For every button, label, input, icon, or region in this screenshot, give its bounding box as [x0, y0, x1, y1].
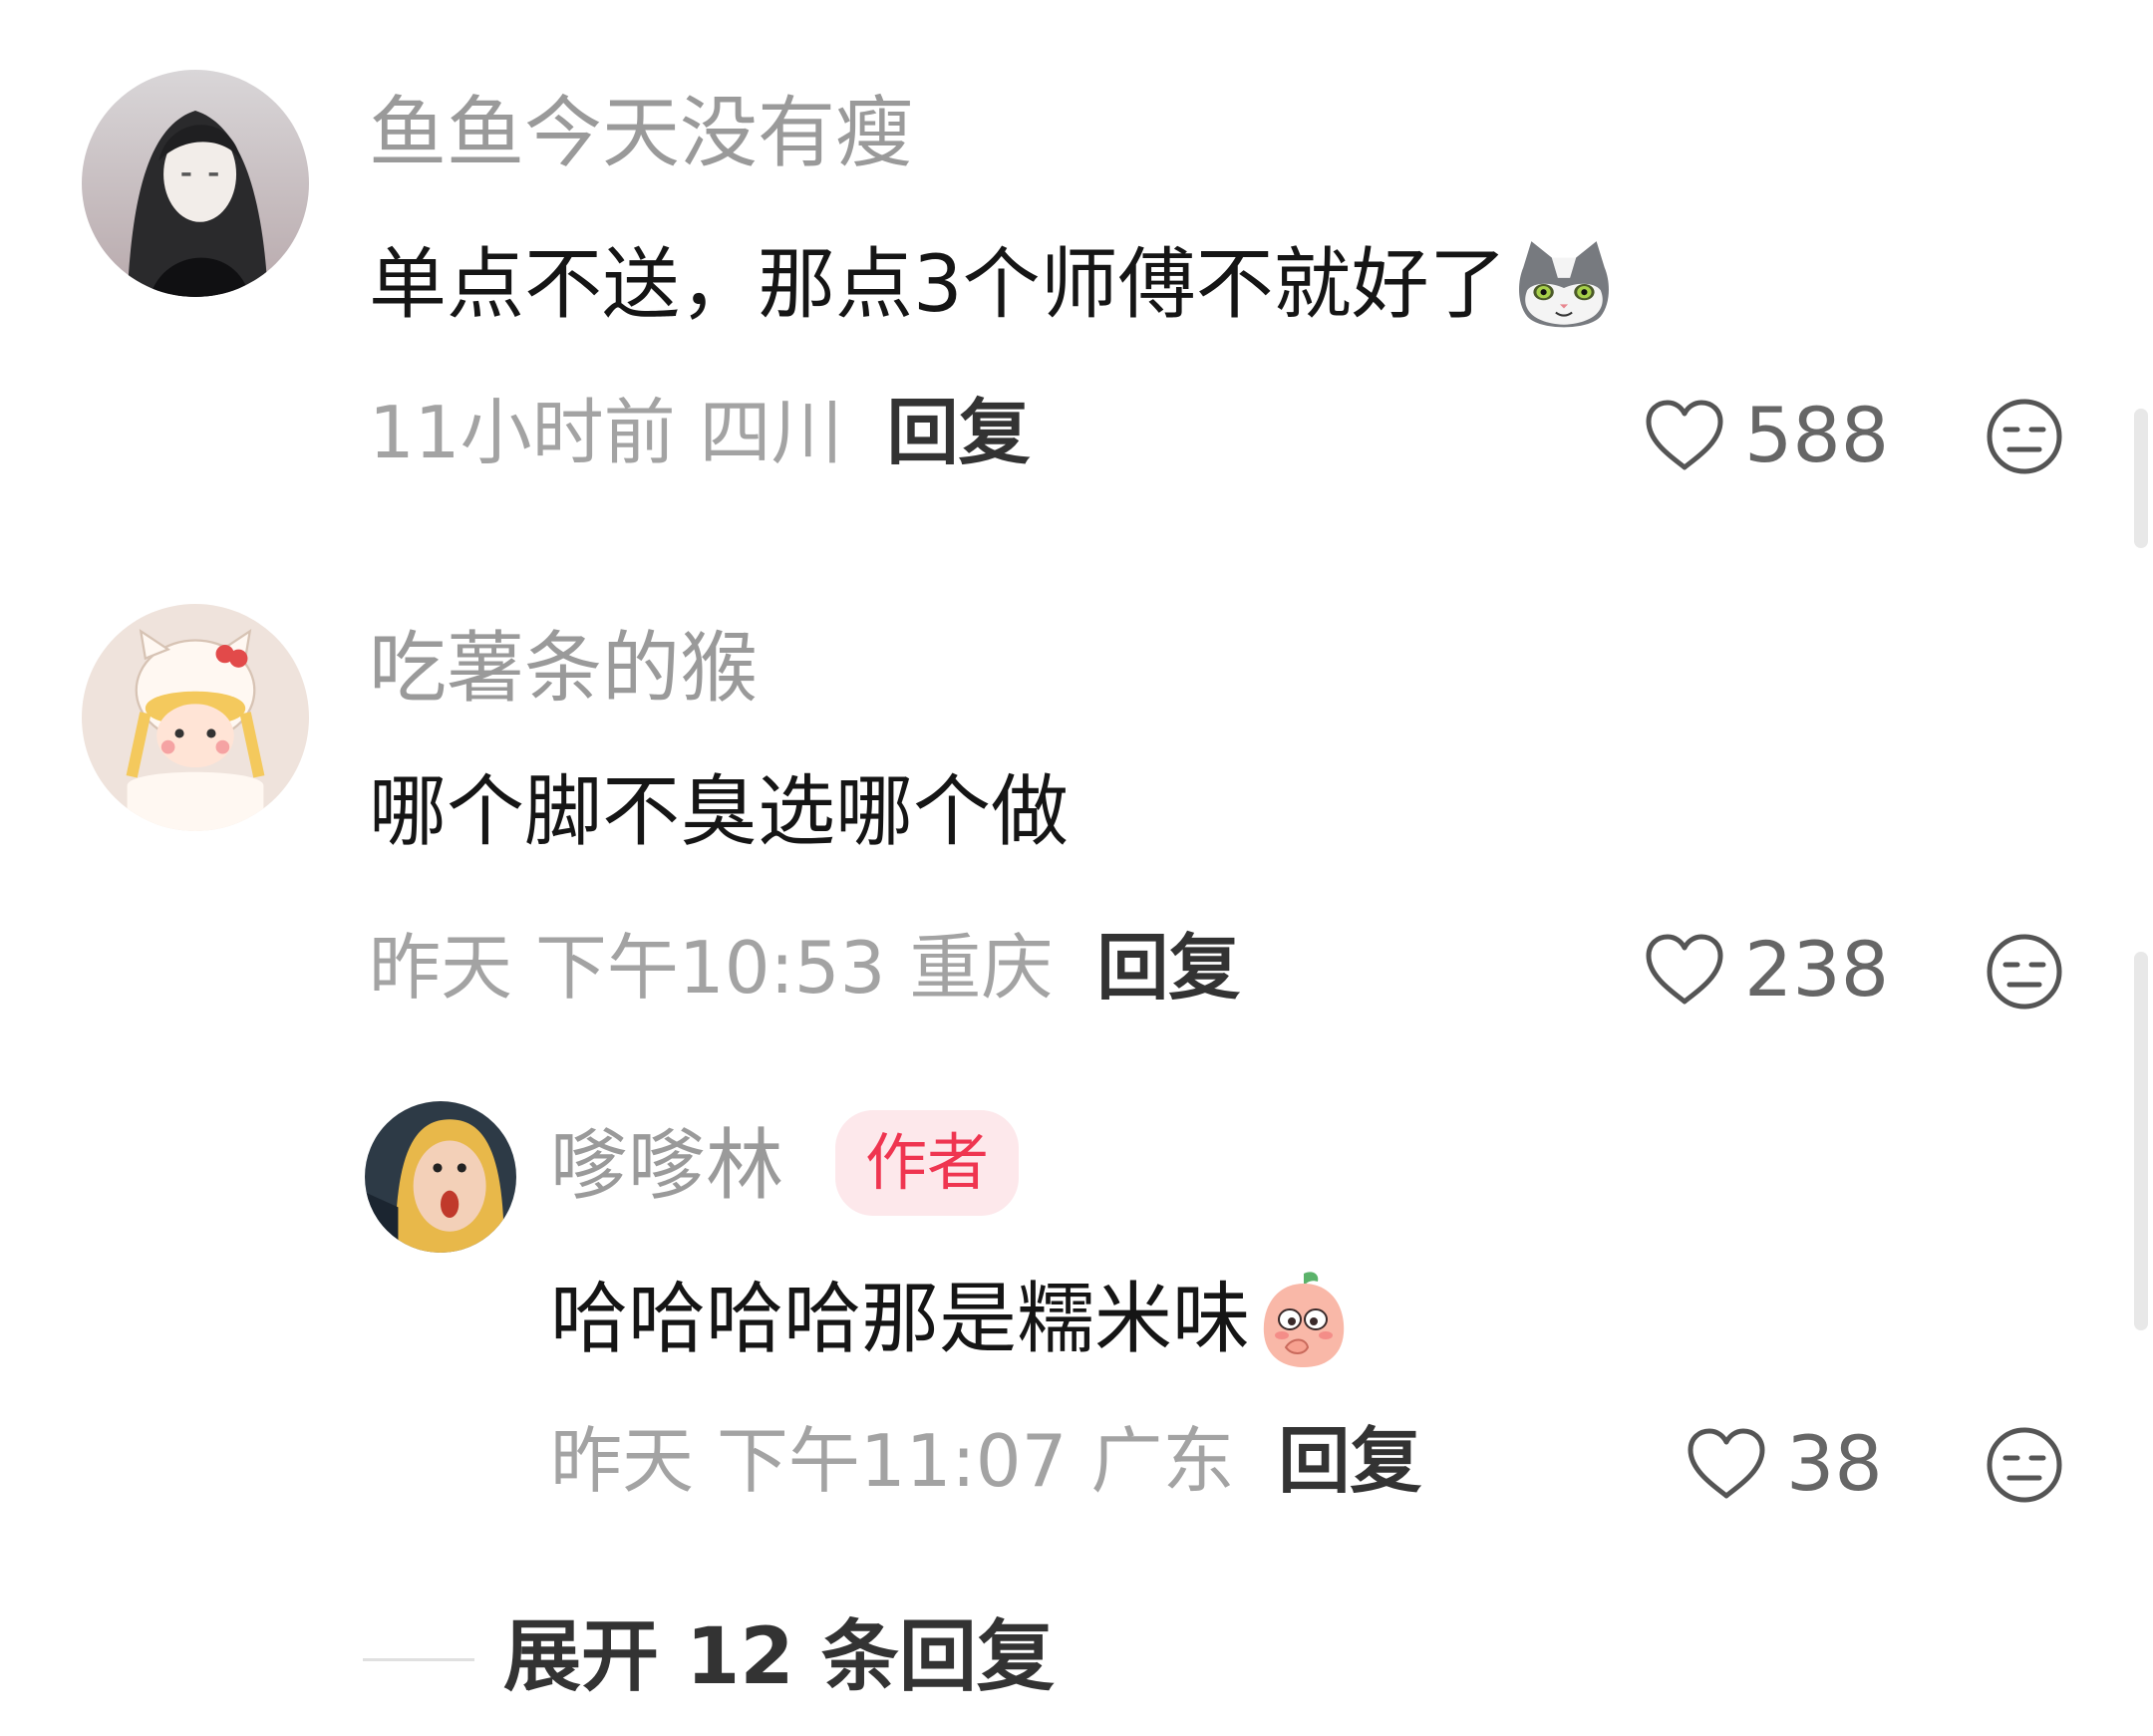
reply-button[interactable]: 回复: [1278, 1425, 1421, 1497]
avatar[interactable]: [365, 1101, 516, 1253]
expand-replies-button[interactable]: 展开 12 条回复: [503, 1618, 1055, 1696]
comment-username[interactable]: 鱼鱼今天没有瘦: [369, 95, 913, 172]
reply-time: 昨天 下午11:07: [550, 1419, 1068, 1503]
comment-meta: 昨天 下午10:53 重庆 回复: [369, 932, 1240, 1004]
comment-username[interactable]: 吃薯条的猴: [369, 630, 758, 708]
comment-text-body: 哪个脚不臭选哪个做: [369, 767, 1070, 857]
author-badge: 作者: [835, 1110, 1020, 1216]
comment-meta: 11小时前 四川 回复: [369, 397, 1031, 468]
comment-text: 哪个脚不臭选哪个做: [369, 773, 1069, 851]
comment-text-body: 单点不送，那点3个师傅不就好了: [369, 240, 1507, 330]
reply-button[interactable]: 回复: [1096, 932, 1240, 1004]
like-count: 588: [1744, 391, 1890, 479]
like-button[interactable]: 588: [1643, 391, 1889, 479]
reply-username[interactable]: 嗲嗲林: [550, 1127, 783, 1205]
comment-location: 重庆: [909, 926, 1054, 1010]
avatar[interactable]: [82, 604, 309, 831]
dislike-button[interactable]: [1985, 397, 2064, 476]
comment-location: 四川: [699, 391, 843, 474]
scrollbar-thumb[interactable]: [2134, 952, 2148, 1330]
reply-text: 哈哈哈哈那是糯米味: [550, 1268, 1352, 1371]
heart-icon: [1646, 400, 1723, 469]
like-count: 38: [1786, 1419, 1883, 1508]
like-count: 238: [1744, 925, 1890, 1013]
comment-time: 昨天 下午10:53: [369, 926, 886, 1010]
reply-location: 广东: [1090, 1419, 1235, 1503]
dislike-button[interactable]: [1985, 1425, 2064, 1505]
like-button[interactable]: 238: [1643, 925, 1889, 1013]
unamused-face-icon: [1987, 399, 2062, 474]
dislike-button[interactable]: [1985, 932, 2064, 1012]
reply-text-body: 哈哈哈哈那是糯米味: [550, 1275, 1251, 1364]
expand-divider: [363, 1658, 474, 1661]
peach-shy-emoji: [1256, 1268, 1352, 1371]
reply-button[interactable]: 回复: [887, 397, 1031, 468]
heart-icon: [1688, 1428, 1765, 1498]
like-button[interactable]: 38: [1685, 1419, 1883, 1508]
unamused-face-icon: [1987, 1427, 2062, 1503]
unamused-face-icon: [1987, 934, 2062, 1010]
cat-face-emoji: [1513, 237, 1615, 333]
comment-text: 单点不送，那点3个师傅不就好了: [369, 237, 1615, 333]
reply-meta: 昨天 下午11:07 广东 回复: [550, 1425, 1421, 1497]
scrollbar-thumb[interactable]: [2134, 409, 2148, 548]
avatar[interactable]: [82, 70, 309, 297]
heart-icon: [1646, 934, 1723, 1004]
comment-time: 11小时前: [369, 391, 676, 474]
